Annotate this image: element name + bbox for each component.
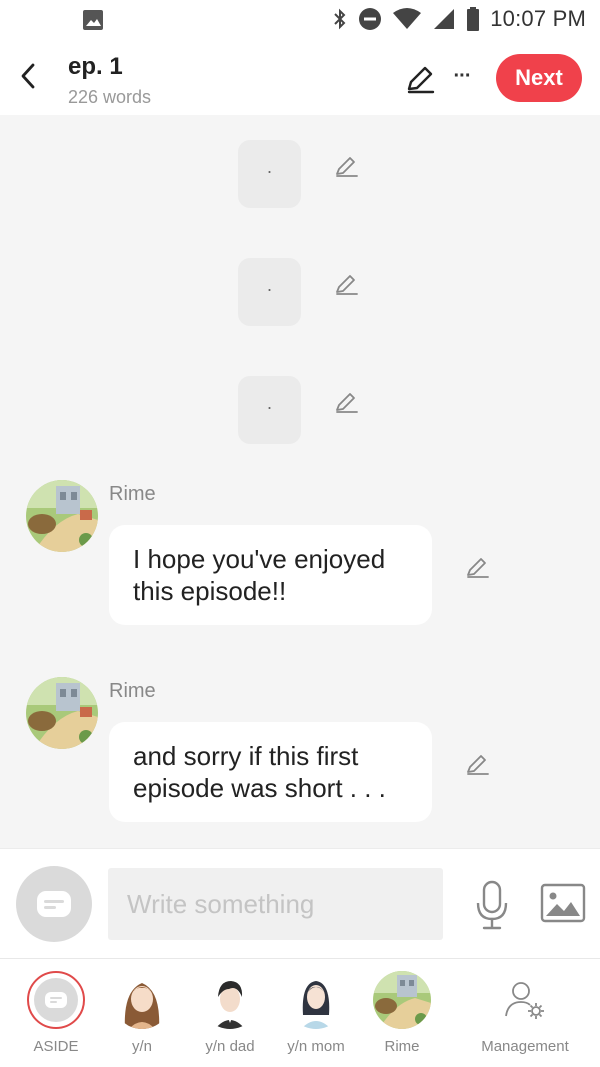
edit-pencil-icon[interactable]: [332, 388, 360, 416]
aside-mode-button[interactable]: [16, 866, 92, 942]
character-yn[interactable]: y/n: [102, 971, 182, 1061]
character-aside[interactable]: ASIDE: [16, 971, 96, 1061]
aside-avatar: [27, 971, 85, 1029]
chat-area[interactable]: . . . Rime I hope you've enjoyed this ep…: [0, 115, 600, 848]
back-button[interactable]: [12, 58, 44, 94]
edit-pencil-icon[interactable]: [332, 270, 360, 298]
edit-pencil-icon[interactable]: [463, 750, 491, 778]
character-label: Management: [481, 1038, 569, 1055]
character-label: Rime: [384, 1038, 420, 1055]
wifi-icon: [393, 8, 422, 29]
signal-icon: [434, 9, 455, 29]
character-label: y/n dad: [205, 1038, 255, 1055]
edit-pencil-icon[interactable]: [463, 553, 491, 581]
sender-name: Rime: [109, 680, 156, 702]
aside-bubble[interactable]: .: [238, 376, 301, 444]
character-label: y/n: [131, 1038, 152, 1055]
episode-title[interactable]: ep. 1: [68, 53, 123, 81]
status-icons: 10:07 PM: [332, 6, 586, 32]
aside-bubble[interactable]: .: [238, 258, 301, 326]
clock: 10:07 PM: [490, 6, 586, 31]
rime-avatar[interactable]: [26, 677, 98, 749]
management-icon: [496, 971, 554, 1029]
message-bubble[interactable]: and sorry if this first episode was shor…: [109, 722, 432, 822]
character-yn-dad[interactable]: y/n dad: [190, 971, 270, 1061]
chevron-left-icon: [21, 63, 35, 89]
chat-bubble-icon: [45, 992, 67, 1008]
status-bar: 10:07 PM: [0, 0, 600, 40]
yn-mom-avatar: [287, 971, 345, 1029]
character-management[interactable]: Management: [470, 971, 580, 1061]
gallery-notification-icon: [82, 9, 104, 36]
bluetooth-icon: [334, 8, 346, 30]
image-icon[interactable]: [540, 883, 586, 923]
edit-episode-button[interactable]: [403, 62, 437, 96]
aside-bubble[interactable]: .: [238, 140, 301, 208]
more-options-button[interactable]: ···: [448, 62, 476, 96]
battery-icon: [467, 7, 480, 31]
next-button[interactable]: Next: [496, 54, 582, 102]
sender-name: Rime: [109, 483, 156, 505]
rime-avatar: [373, 971, 431, 1029]
character-yn-mom[interactable]: y/n mom: [276, 971, 356, 1061]
pencil-icon: [407, 66, 435, 94]
chat-bubble-icon: [37, 891, 71, 917]
message-input-container: [108, 868, 443, 940]
edit-pencil-icon[interactable]: [332, 152, 360, 180]
character-label: y/n mom: [287, 1038, 345, 1055]
word-count: 226 words: [68, 87, 152, 107]
do-not-disturb-icon: [359, 8, 382, 30]
composer: [0, 848, 600, 958]
character-rime[interactable]: Rime: [362, 971, 442, 1061]
header: ep. 1 226 words ··· Next: [0, 40, 600, 115]
message-bubble[interactable]: I hope you've enjoyed this episode!!: [109, 525, 432, 625]
microphone-icon[interactable]: [472, 879, 512, 931]
character-bar: ASIDE y/n y/n dad y/n mom Rime Managemen…: [0, 958, 600, 1067]
rime-avatar[interactable]: [26, 480, 98, 552]
yn-dad-avatar: [201, 971, 259, 1029]
message-input[interactable]: [108, 868, 443, 940]
character-label: ASIDE: [33, 1038, 79, 1055]
yn-avatar: [113, 971, 171, 1029]
